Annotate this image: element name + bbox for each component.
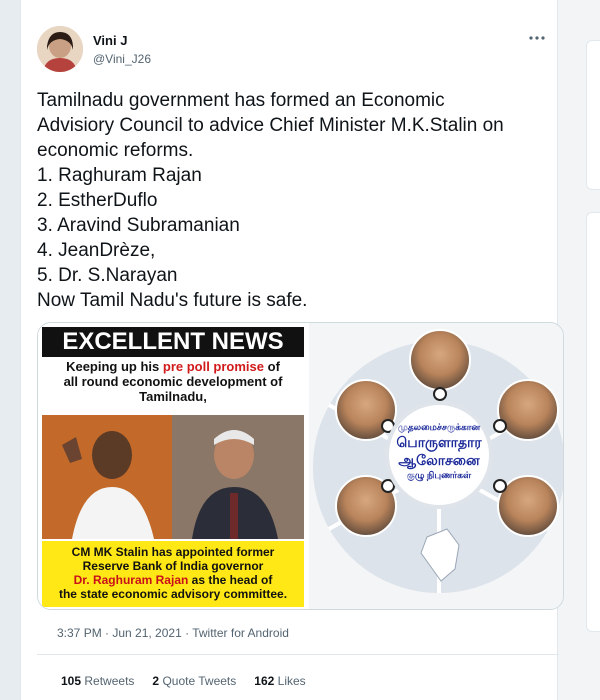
retweets-count: 105	[61, 674, 82, 688]
tweet-text-line: 3. Aravind Subramanian	[37, 215, 240, 236]
likes-label: Likes	[277, 674, 306, 688]
appointment-caption: CM MK Stalin has appointed former Reserv…	[42, 541, 304, 607]
promise-text-pre: Keeping up his	[66, 359, 163, 374]
caption-line3-post: as the head of	[188, 573, 273, 587]
promise-text-line3: Tamilnadu,	[139, 389, 207, 404]
tweet-text-line: 1. Raghuram Rajan	[37, 165, 202, 186]
right-gutter	[558, 0, 600, 700]
caption-line1: CM MK Stalin has appointed former	[71, 545, 275, 559]
promise-text-post: of	[264, 359, 280, 374]
avatar-image	[37, 26, 83, 72]
council-member-photo	[409, 329, 471, 391]
leaders-photo	[42, 415, 304, 539]
more-horizontal-icon[interactable]	[528, 32, 548, 44]
tweet-text-line: Tamilnadu government has formed an Econo…	[37, 90, 445, 111]
council-title-line1: முதலமைச்சருக்கான	[397, 422, 481, 432]
likes-stat[interactable]: 162 Likes	[254, 674, 305, 688]
user-handle[interactable]: @Vini_J26	[93, 52, 151, 66]
avatar[interactable]	[37, 26, 83, 72]
caption-line3-red: Dr. Raghuram Rajan	[73, 573, 189, 587]
adjacent-card-fragment	[586, 212, 600, 632]
tweet-text: Tamilnadu government has formed an Econo…	[37, 88, 547, 313]
quote-tweets-stat[interactable]: 2 Quote Tweets	[152, 674, 236, 688]
leaders-photo-graphic	[42, 415, 304, 539]
member-badge-icon	[493, 479, 507, 493]
tweet-text-line: economic reforms.	[37, 140, 194, 161]
council-title-circle: முதலமைச்சருக்கான பொருளாதார ஆலோசனை குழு ந…	[389, 405, 489, 505]
council-member-photo	[497, 379, 559, 441]
likes-count: 162	[254, 674, 275, 688]
display-name[interactable]: Vini J	[93, 33, 127, 48]
tweet-text-line: 2. EstherDuflo	[37, 190, 158, 211]
media-image-left[interactable]: EXCELLENT NEWS Keeping up his pre poll p…	[38, 323, 308, 609]
member-badge-icon	[493, 419, 507, 433]
member-badge-icon	[381, 479, 395, 493]
caption-line2: Reserve Bank of India governor	[82, 559, 264, 573]
tweet-timestamp[interactable]: 3:37 PM · Jun 21, 2021 · Twitter for And…	[57, 626, 289, 640]
tweet-media[interactable]: EXCELLENT NEWS Keeping up his pre poll p…	[37, 322, 564, 610]
council-title-line2: பொருளாதார	[396, 434, 482, 450]
council-title-line3: ஆலோசனை	[398, 452, 480, 468]
tweet-text-line: 4. JeanDrèze,	[37, 240, 156, 261]
council-title-line4: குழு நிபுணர்கள்	[406, 470, 472, 480]
divider	[37, 654, 559, 655]
promise-text-red: pre poll promise	[162, 359, 265, 374]
tweet-stats: 105 Retweets 2 Quote Tweets 162 Likes	[61, 674, 306, 688]
retweets-stat[interactable]: 105 Retweets	[61, 674, 134, 688]
tweet-text-line: 5. Dr. S.Narayan	[37, 265, 178, 286]
adjacent-card-fragment	[586, 40, 600, 190]
caption-line4: the state economic advisory committee.	[58, 587, 288, 601]
excellent-news-banner: EXCELLENT NEWS	[42, 327, 304, 357]
tweet-text-line: Now Tamil Nadu's future is safe.	[37, 290, 308, 311]
promise-text-line2: all round economic development of	[63, 374, 283, 389]
quote-tweets-count: 2	[152, 674, 160, 688]
tweet-card[interactable]: Vini J @Vini_J26 Tamilnadu government ha…	[20, 0, 564, 700]
tweet-text-line: Advisiory Council to advice Chief Minist…	[37, 115, 504, 136]
member-badge-icon	[433, 387, 447, 401]
quote-tweets-label: Quote Tweets	[162, 674, 237, 688]
retweets-label: Retweets	[84, 674, 135, 688]
promise-text: Keeping up his pre poll promise of all r…	[42, 359, 304, 404]
media-image-right[interactable]: முதலமைச்சருக்கான பொருளாதார ஆலோசனை குழு ந…	[309, 323, 563, 609]
